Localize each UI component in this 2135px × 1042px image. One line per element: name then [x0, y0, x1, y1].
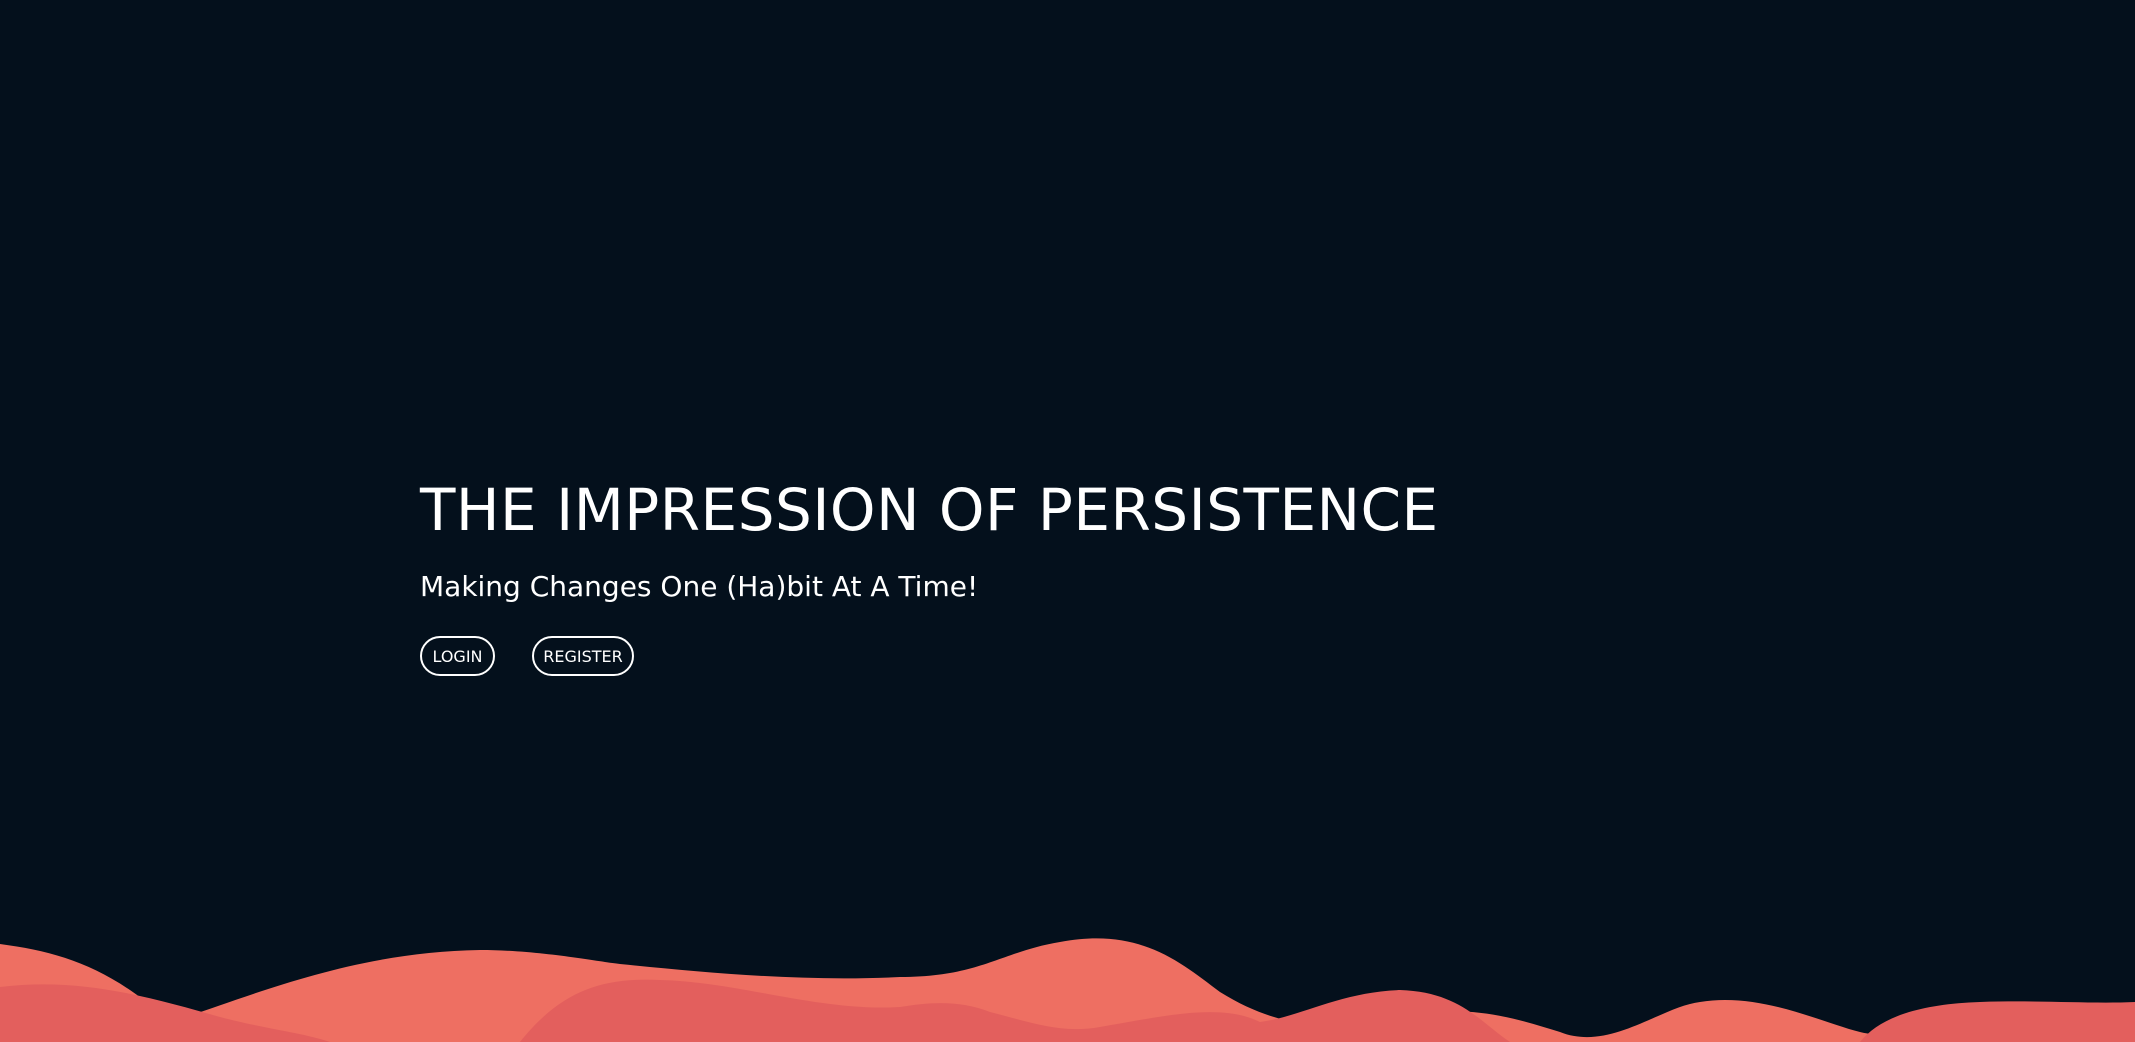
- landing-page: THE IMPRESSION OF PERSISTENCE Making Cha…: [0, 0, 2135, 1042]
- wave-back: [0, 938, 2135, 1042]
- decorative-waves: [0, 938, 2135, 1042]
- register-button[interactable]: REGISTER: [532, 636, 634, 676]
- hero-section: THE IMPRESSION OF PERSISTENCE Making Cha…: [420, 470, 1439, 676]
- page-title: THE IMPRESSION OF PERSISTENCE: [420, 476, 1439, 544]
- tagline: Making Changes One (Ha)bit At A Time!: [420, 570, 979, 603]
- auth-actions: LOGIN REGISTER: [420, 636, 1439, 676]
- login-button[interactable]: LOGIN: [420, 636, 495, 676]
